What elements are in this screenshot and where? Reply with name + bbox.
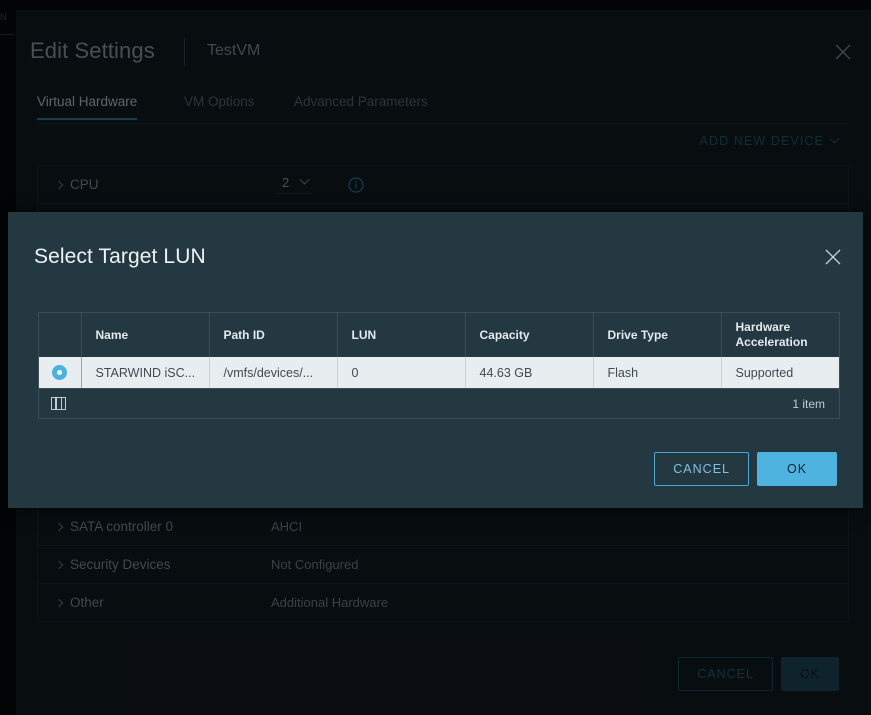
- table-header-row: Name Path ID LUN Capacity Drive Type Har…: [39, 313, 839, 357]
- ok-button[interactable]: OK: [757, 452, 837, 486]
- lun-table: Name Path ID LUN Capacity Drive Type Har…: [38, 312, 840, 419]
- table-row[interactable]: STARWIND iSC... /vmfs/devices/... 0 44.6…: [39, 357, 839, 388]
- modal-footer: CANCEL OK: [654, 452, 837, 486]
- modal-title: Select Target LUN: [34, 245, 206, 268]
- lun-table-body: STARWIND iSC... /vmfs/devices/... 0 44.6…: [39, 357, 839, 388]
- column-header-lun[interactable]: LUN: [337, 313, 466, 357]
- cell-capacity: 44.63 GB: [465, 357, 594, 388]
- lun-table-footer: 1 item: [39, 388, 839, 418]
- screen-root: N Edit Settings TestVM Virtual Hardware …: [0, 0, 871, 715]
- column-header-name[interactable]: Name: [81, 313, 210, 357]
- cell-hardware-acceleration: Supported: [721, 357, 839, 388]
- row-select-cell[interactable]: [39, 357, 82, 388]
- column-header-select: [39, 313, 82, 357]
- cell-name: STARWIND iSC...: [81, 357, 210, 388]
- column-header-drive-type[interactable]: Drive Type: [593, 313, 722, 357]
- column-header-hardware-acceleration[interactable]: Hardware Acceleration: [721, 313, 839, 357]
- radio-selected-icon[interactable]: [52, 365, 68, 381]
- close-icon[interactable]: [822, 246, 844, 268]
- lun-table-header: Name Path ID LUN Capacity Drive Type Har…: [39, 313, 839, 357]
- cancel-button[interactable]: CANCEL: [654, 452, 749, 486]
- select-target-lun-modal: Select Target LUN Name Path ID LUN Capac…: [8, 212, 863, 508]
- column-header-capacity[interactable]: Capacity: [465, 313, 594, 357]
- cell-lun: 0: [337, 357, 466, 388]
- item-count-label: 1 item: [792, 396, 825, 411]
- cell-drive-type: Flash: [593, 357, 722, 388]
- lun-table-grid: Name Path ID LUN Capacity Drive Type Har…: [39, 313, 839, 388]
- column-layout-icon[interactable]: [51, 397, 66, 410]
- cell-path-id: /vmfs/devices/...: [209, 357, 338, 388]
- column-header-path-id[interactable]: Path ID: [209, 313, 338, 357]
